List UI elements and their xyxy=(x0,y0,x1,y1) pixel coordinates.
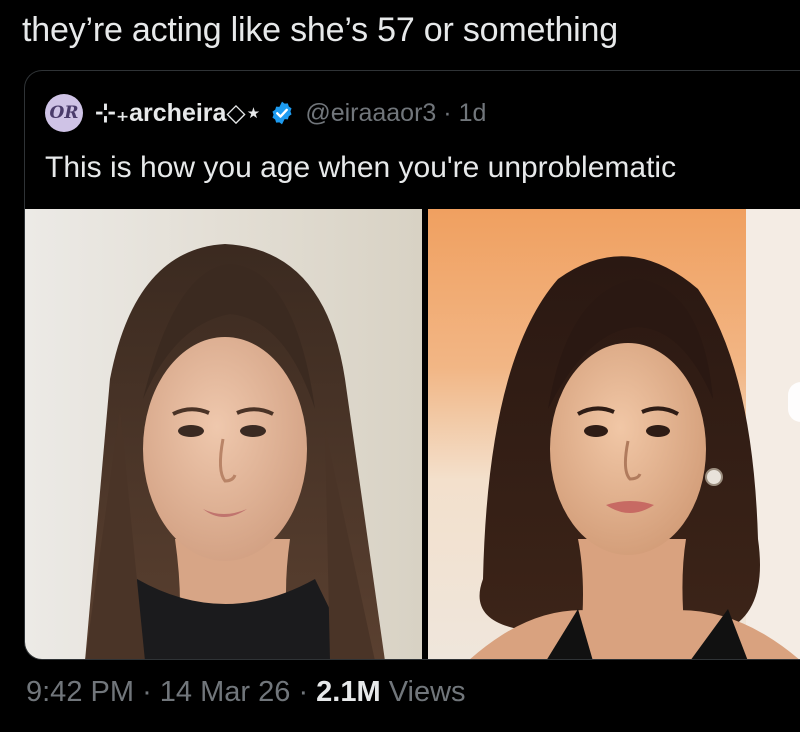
post-time[interactable]: 9:42 PM xyxy=(26,676,134,708)
separator: · xyxy=(443,98,452,127)
separator: · xyxy=(298,676,309,708)
quoted-tweet-text: This is how you age when you're unproble… xyxy=(45,151,677,184)
tweet-text: they’re acting like she’s 57 or somethin… xyxy=(22,11,618,49)
views-count[interactable]: 2.1M xyxy=(316,676,380,708)
separator: · xyxy=(142,676,152,708)
avatar[interactable]: OR xyxy=(45,94,83,132)
media-grid xyxy=(25,209,800,659)
timestamp-row: 9:42 PM · 14 Mar 26 · 2.1M Views xyxy=(26,676,466,709)
verified-badge-icon xyxy=(269,100,295,126)
display-name[interactable]: ⊹₊archeira◇⋆ xyxy=(95,98,261,128)
quoted-tweet-header: OR ⊹₊archeira◇⋆ @eiraaaor3 · 1d xyxy=(45,93,486,133)
handle[interactable]: @eiraaaor3 xyxy=(305,99,436,127)
photo-right[interactable] xyxy=(428,209,800,659)
post-date[interactable]: 14 Mar 26 xyxy=(160,676,291,708)
scroll-handle[interactable] xyxy=(788,382,800,422)
avatar-initials: OR xyxy=(49,103,79,123)
views-label: Views xyxy=(388,676,466,708)
photo-left[interactable] xyxy=(25,209,422,659)
handle-and-age: @eiraaaor3 · 1d xyxy=(305,99,486,128)
post-age[interactable]: 1d xyxy=(459,99,487,127)
quoted-tweet-card[interactable]: OR ⊹₊archeira◇⋆ @eiraaaor3 · 1d This is … xyxy=(24,70,800,660)
